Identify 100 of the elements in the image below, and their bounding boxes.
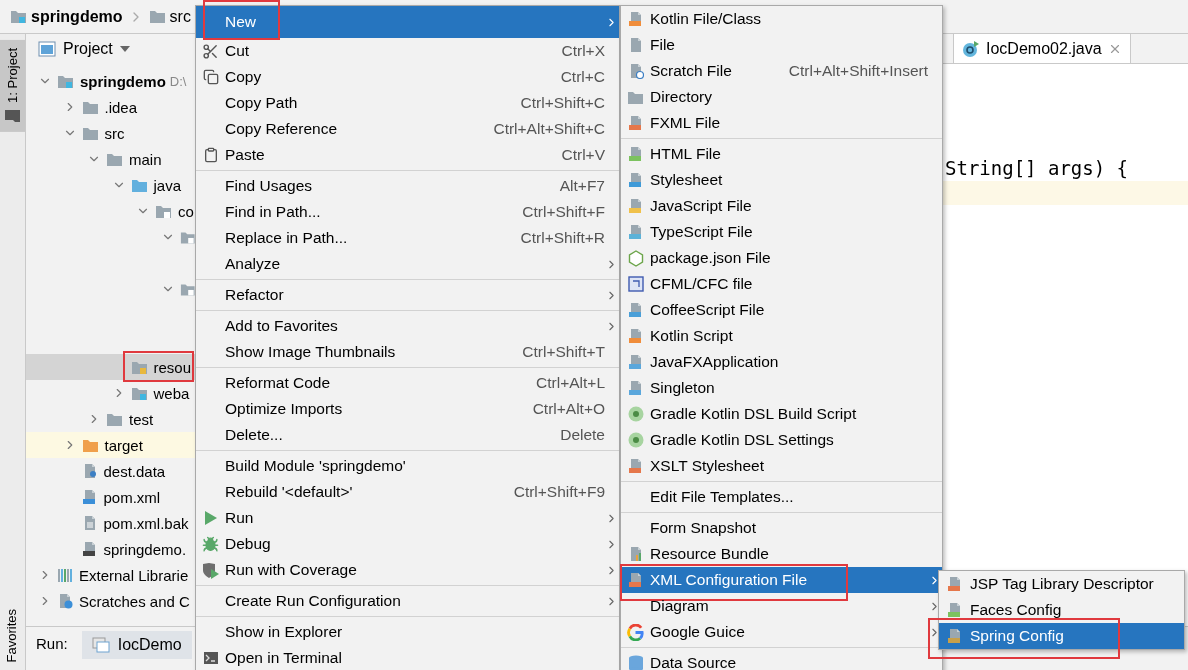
tree-item[interactable]: springdemo. xyxy=(26,536,195,562)
terminal-icon xyxy=(202,650,219,666)
menu-item[interactable]: Create Run Configuration xyxy=(196,588,619,614)
folder-icon xyxy=(148,9,166,24)
menu-item[interactable]: FXML File xyxy=(621,110,942,136)
tool-window-tab[interactable]: Favorites xyxy=(0,600,23,670)
menu-item[interactable]: Build Module 'springdemo' xyxy=(196,453,619,479)
tree-item[interactable]: java xyxy=(26,172,195,198)
shortcut-label: Ctrl+Shift+R xyxy=(520,229,605,247)
menu-item[interactable]: Diagram xyxy=(621,593,942,619)
menu-item[interactable]: Delete... Delete xyxy=(196,422,619,448)
tree-item[interactable]: dest.data xyxy=(26,458,195,484)
tree-item[interactable]: .idea xyxy=(26,94,195,120)
folder-icon xyxy=(106,411,123,427)
shortcut-label: Ctrl+C xyxy=(560,68,605,86)
menu-item[interactable]: JSP Tag Library Descriptor xyxy=(939,571,1184,597)
file-icon xyxy=(627,172,644,188)
menu-item[interactable]: Run xyxy=(196,505,619,531)
menu-item[interactable]: XML Configuration File xyxy=(621,567,942,593)
menu-item[interactable]: Analyze xyxy=(196,251,619,277)
tool-window-tab[interactable]: 1: Project xyxy=(0,40,25,132)
menu-item[interactable]: Kotlin Script xyxy=(621,323,942,349)
breadcrumb-item[interactable]: src xyxy=(148,7,191,26)
menu-item[interactable]: Copy Reference Ctrl+Alt+Shift+C xyxy=(196,116,619,142)
shield-play-icon xyxy=(201,561,220,579)
window-icon xyxy=(38,41,56,57)
path-label: D:\ xyxy=(169,73,187,89)
menu-item[interactable]: Gradle Kotlin DSL Settings xyxy=(621,427,942,453)
tree-item[interactable]: weba xyxy=(26,380,195,406)
package-icon xyxy=(179,229,195,245)
file-icon xyxy=(627,354,644,370)
menu-item[interactable]: Add to Favorites xyxy=(196,313,619,339)
menu-item[interactable]: Replace in Path... Ctrl+Shift+R xyxy=(196,225,619,251)
tree-item[interactable]: co xyxy=(26,198,195,224)
menu-item[interactable]: Optimize Imports Ctrl+Alt+O xyxy=(196,396,619,422)
tree-item[interactable]: External Librarie xyxy=(26,562,195,588)
menu-item[interactable]: TypeScript File xyxy=(621,219,942,245)
tree-item[interactable]: test xyxy=(26,406,195,432)
menu-item[interactable]: XSLT Stylesheet xyxy=(621,453,942,479)
menu-item[interactable]: Find Usages Alt+F7 xyxy=(196,173,619,199)
menu-item[interactable]: Find in Path... Ctrl+Shift+F xyxy=(196,199,619,225)
folder-icon xyxy=(81,437,99,453)
menu-item[interactable]: Singleton xyxy=(621,375,942,401)
folder-icon xyxy=(130,177,148,193)
menu-item[interactable]: CFML/CFC file xyxy=(621,271,942,297)
shortcut-label: Ctrl+Alt+Shift+C xyxy=(493,120,605,138)
menu-item[interactable]: Scratch File Ctrl+Alt+Shift+Insert xyxy=(621,58,942,84)
menu-item[interactable]: Rebuild '<default>' Ctrl+Shift+F9 xyxy=(196,479,619,505)
menu-item[interactable]: Directory xyxy=(621,84,942,110)
run-tab[interactable]: IocDemo xyxy=(81,631,192,659)
clipboard-icon xyxy=(202,147,219,163)
menu-item[interactable]: Run with Coverage xyxy=(196,557,619,583)
menu-item[interactable]: CoffeeScript File xyxy=(621,297,942,323)
menu-item[interactable]: Paste Ctrl+V xyxy=(196,142,619,168)
menu-item[interactable]: Refactor xyxy=(196,282,619,308)
menu-item[interactable]: Copy Ctrl+C xyxy=(196,64,619,90)
shortcut-label: Ctrl+Shift+F xyxy=(522,203,605,221)
hexagon-icon xyxy=(627,249,644,267)
editor-tab[interactable]: IocDemo02.java xyxy=(953,34,1131,63)
tree-item[interactable]: springdemo D:\ xyxy=(26,68,195,94)
menu-item[interactable]: Stylesheet xyxy=(621,167,942,193)
menu-item[interactable]: Debug xyxy=(196,531,619,557)
menu-item[interactable]: New xyxy=(196,6,619,38)
breadcrumb-item[interactable]: springdemo xyxy=(10,7,123,26)
file-icon xyxy=(627,115,644,131)
database-icon xyxy=(627,655,644,670)
shortcut-label: Ctrl+Shift+F9 xyxy=(513,483,605,501)
tree-item[interactable]: target xyxy=(26,432,195,458)
menu-item[interactable]: Reformat Code Ctrl+Alt+L xyxy=(196,370,619,396)
tree-item[interactable]: main xyxy=(26,146,195,172)
tree-item[interactable]: src xyxy=(26,120,195,146)
menu-item[interactable]: File xyxy=(621,32,942,58)
menu-item[interactable]: Kotlin File/Class xyxy=(621,6,942,32)
tree-item[interactable]: pom.xml.bak xyxy=(26,510,195,536)
folder-icon xyxy=(627,89,644,105)
menu-item[interactable]: Copy Path Ctrl+Shift+C xyxy=(196,90,619,116)
menu-item[interactable]: Open in Terminal xyxy=(196,645,619,670)
menu-item[interactable]: package.json File xyxy=(621,245,942,271)
library-icon xyxy=(57,567,73,583)
run-label: Run: xyxy=(36,634,68,654)
shortcut-label: Ctrl+Alt+L xyxy=(536,374,605,392)
menu-item[interactable]: Gradle Kotlin DSL Build Script xyxy=(621,401,942,427)
menu-item[interactable]: JavaFXApplication xyxy=(621,349,942,375)
menu-item[interactable]: Show in Explorer xyxy=(196,619,619,645)
menu-item[interactable]: Resource Bundle xyxy=(621,541,942,567)
menu-item[interactable]: Form Snapshot xyxy=(621,515,942,541)
menu-item[interactable]: Data Source xyxy=(621,650,942,670)
menu-item[interactable]: JavaScript File xyxy=(621,193,942,219)
menu-item[interactable]: Cut Ctrl+X xyxy=(196,38,619,64)
bug-icon xyxy=(202,535,219,553)
tree-item[interactable]: resou xyxy=(26,354,195,380)
web-folder-icon xyxy=(130,385,148,401)
menu-item[interactable]: Spring Config xyxy=(939,623,1184,649)
menu-item[interactable]: Google Guice xyxy=(621,619,942,645)
tree-item[interactable]: pom.xml xyxy=(26,484,195,510)
copy-icon xyxy=(202,69,219,85)
menu-item[interactable]: Show Image Thumbnails Ctrl+Shift+T xyxy=(196,339,619,365)
tree-item[interactable]: Scratches and C xyxy=(26,588,195,614)
menu-item[interactable]: HTML File xyxy=(621,141,942,167)
menu-item[interactable]: Edit File Templates... xyxy=(621,484,942,510)
